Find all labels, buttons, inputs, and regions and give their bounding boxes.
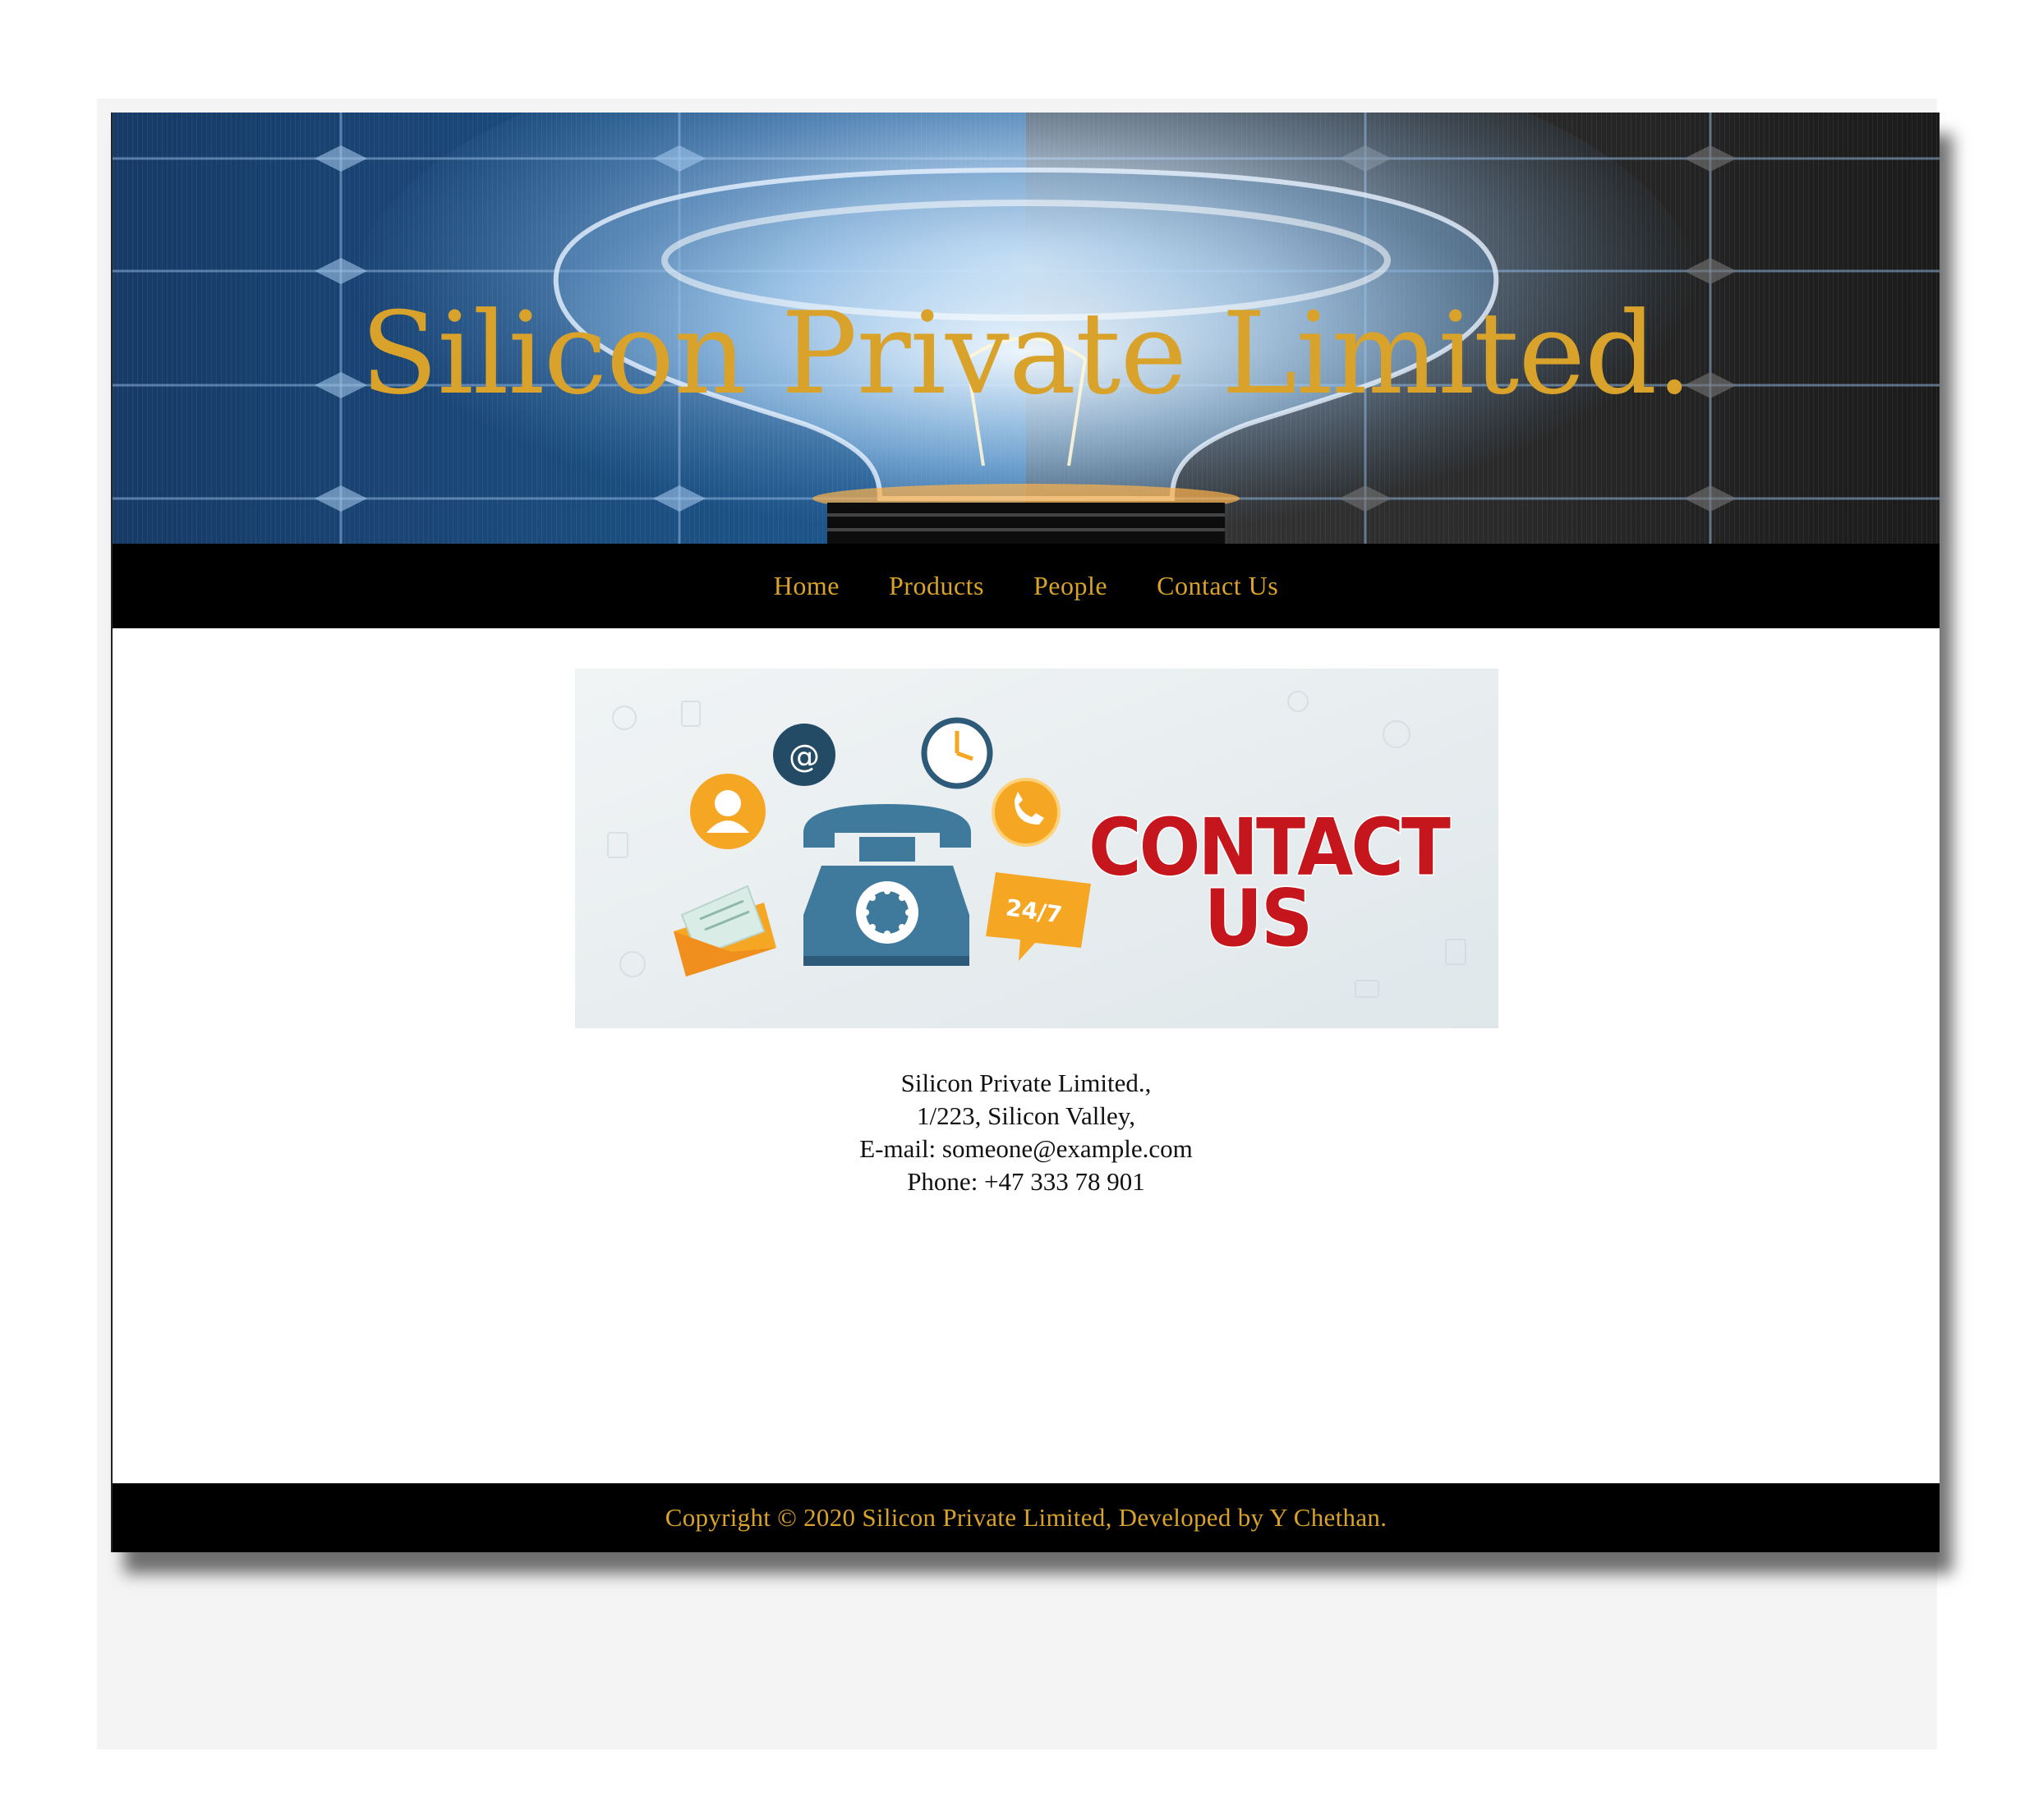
nav-item-contact-us[interactable]: Contact Us (1153, 571, 1282, 601)
clock-icon (921, 717, 993, 789)
contact-us-heading-line2: US (1204, 873, 1312, 964)
nav-item-home[interactable]: Home (771, 571, 843, 601)
nav-item-people[interactable]: People (1030, 571, 1111, 601)
main-nav: Home Products People Contact Us (113, 544, 1940, 628)
contact-address: Silicon Private Limited., 1/223, Silicon… (113, 1067, 1940, 1198)
phone-call-icon (992, 778, 1061, 847)
header-banner: Silicon Private Limited. (113, 113, 1940, 544)
nav-item-products[interactable]: Products (886, 571, 987, 601)
site-title: Silicon Private Limited. (360, 287, 1692, 420)
page-footer: Copyright © 2020 Silicon Private Limited… (113, 1483, 1940, 1552)
contact-us-banner-image: @ 24/7 CONTACT US (575, 669, 1498, 1028)
user-icon (690, 774, 766, 849)
at-sign-text: @ (789, 738, 820, 774)
telephone-icon (803, 804, 971, 966)
address-phone: Phone: +47 333 78 901 (907, 1167, 1145, 1196)
address-street: 1/223, Silicon Valley, (916, 1101, 1136, 1130)
address-company: Silicon Private Limited., (900, 1069, 1152, 1097)
copyright-text: Copyright © 2020 Silicon Private Limited… (665, 1503, 1387, 1532)
at-sign-icon: @ (773, 724, 835, 786)
website-frame: Silicon Private Limited. Home Products P… (111, 113, 1940, 1552)
address-email: E-mail: someone@example.com (859, 1134, 1193, 1163)
